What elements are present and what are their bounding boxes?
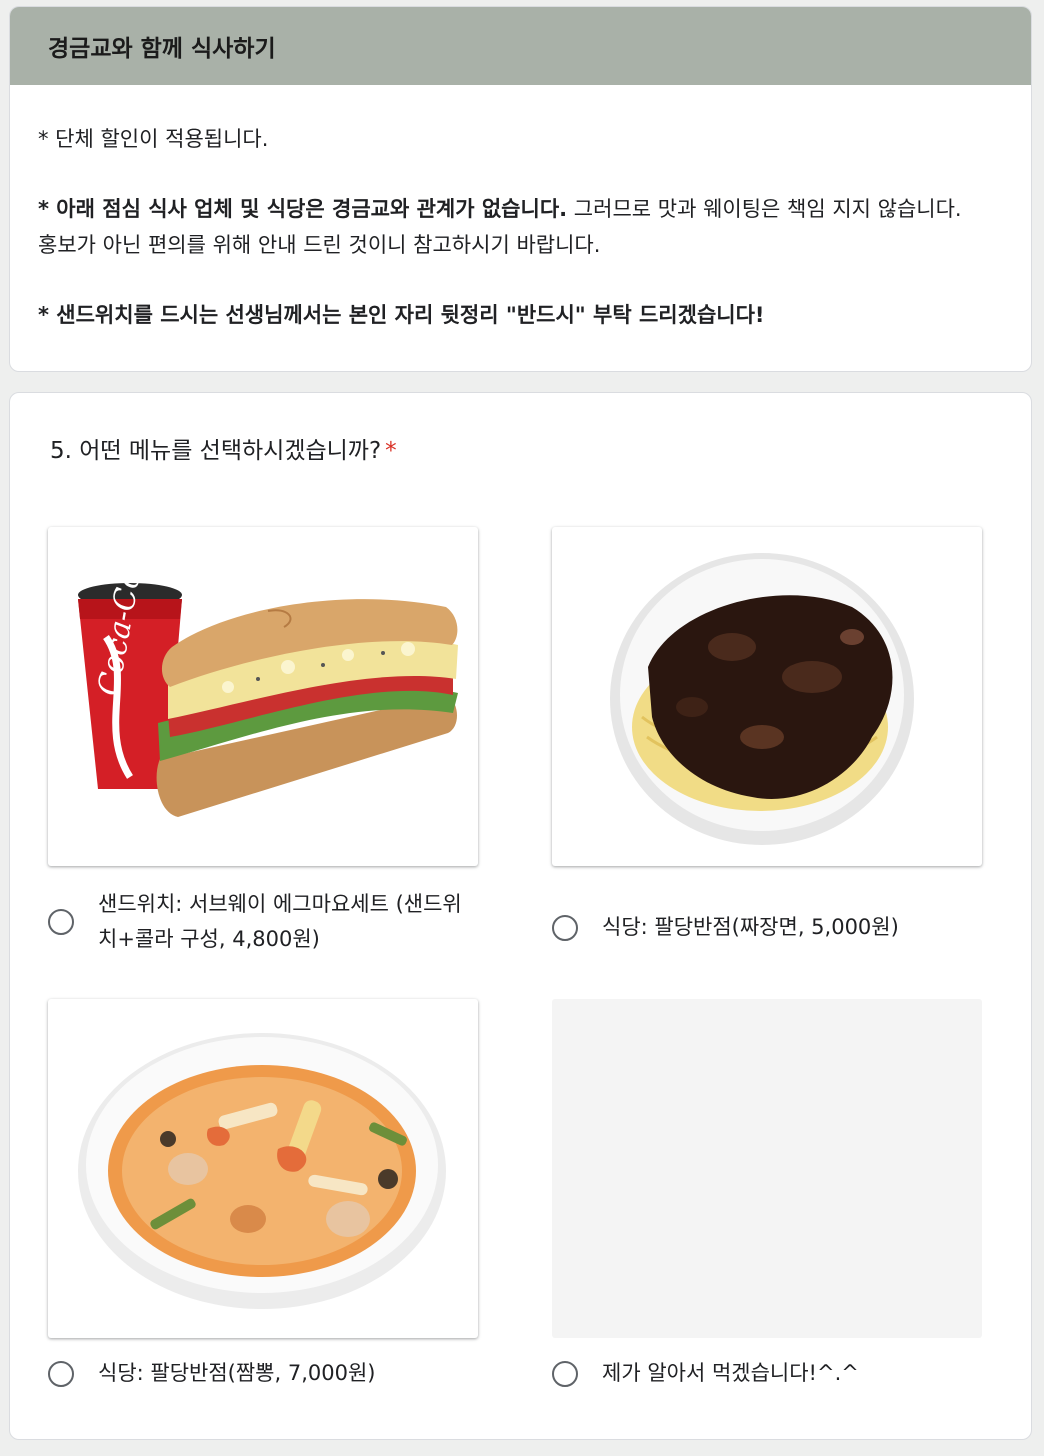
- section-title: 경금교와 함께 식사하기: [10, 7, 1031, 85]
- option-sandwich[interactable]: 샌드위치: 서브웨이 에그마요세트 (샌드위치+콜라 구성, 4,800원): [48, 887, 478, 957]
- option-image-jajangmyeon[interactable]: [552, 527, 982, 866]
- option-label-sandwich: 샌드위치: 서브웨이 에그마요세트 (샌드위치+콜라 구성, 4,800원): [98, 892, 462, 951]
- jjamppong-image: [78, 1033, 446, 1309]
- radio-jjamppong[interactable]: [48, 1360, 74, 1387]
- option-jajangmyeon[interactable]: 식당: 팔당반점(짜장면, 5,000원): [552, 910, 899, 945]
- section-description: * 단체 할인이 적용됩니다. * 아래 점심 식사 업체 및 식당은 경금교와…: [10, 85, 1031, 333]
- notice-reference: 홍보가 아닌 편의를 위해 안내 드린 것이니 참고하시기 바랍니다.: [38, 233, 601, 257]
- sandwich-cola-image: Coca-Cola: [78, 540, 458, 817]
- notice-disclaimer-bold: * 아래 점심 식사 업체 및 식당은 경금교와 관계가 없습니다.: [38, 197, 568, 221]
- option-image-placeholder: [552, 999, 982, 1338]
- option-label-jajangmyeon: 식당: 팔당반점(짜장면, 5,000원): [602, 915, 899, 939]
- question-title: 5. 어떤 메뉴를 선택하시겠습니까? *: [50, 431, 397, 465]
- jajangmyeon-image: [610, 553, 914, 845]
- notice-cleanup-bold: * 샌드위치를 드시는 선생님께서는 본인 자리 뒷정리 "반드시" 부탁 드리…: [38, 303, 765, 327]
- option-label-self: 제가 알아서 먹겠습니다!^.^: [602, 1361, 859, 1385]
- option-jjamppong[interactable]: 식당: 팔당반점(짬뽕, 7,000원): [48, 1356, 376, 1391]
- notice-cleanup: * 샌드위치를 드시는 선생님께서는 본인 자리 뒷정리 "반드시" 부탁 드리…: [38, 297, 1003, 333]
- option-self[interactable]: 제가 알아서 먹겠습니다!^.^: [552, 1356, 859, 1391]
- question-text: 5. 어떤 메뉴를 선택하시겠습니까?: [50, 438, 382, 464]
- option-label-jjamppong: 식당: 팔당반점(짬뽕, 7,000원): [98, 1361, 376, 1385]
- radio-jajangmyeon[interactable]: [552, 914, 578, 941]
- radio-sandwich[interactable]: [48, 909, 74, 935]
- section-card: 경금교와 함께 식사하기 * 단체 할인이 적용됩니다. * 아래 점심 식사 …: [9, 6, 1032, 372]
- option-image-jjamppong[interactable]: [48, 999, 478, 1338]
- question-card: 5. 어떤 메뉴를 선택하시겠습니까? * Coca-Cola 샌드위치: 서브…: [9, 392, 1032, 1440]
- required-asterisk: *: [385, 438, 397, 464]
- notice-disclaimer: * 아래 점심 식사 업체 및 식당은 경금교와 관계가 없습니다. 그러므로 …: [38, 191, 1003, 227]
- notice-disclaimer-rest: 그러므로 맛과 웨이팅은 책임 지지 않습니다.: [567, 197, 962, 221]
- radio-self[interactable]: [552, 1360, 578, 1387]
- option-image-sandwich[interactable]: Coca-Cola: [48, 527, 478, 866]
- notice-discount: * 단체 할인이 적용됩니다.: [38, 127, 269, 151]
